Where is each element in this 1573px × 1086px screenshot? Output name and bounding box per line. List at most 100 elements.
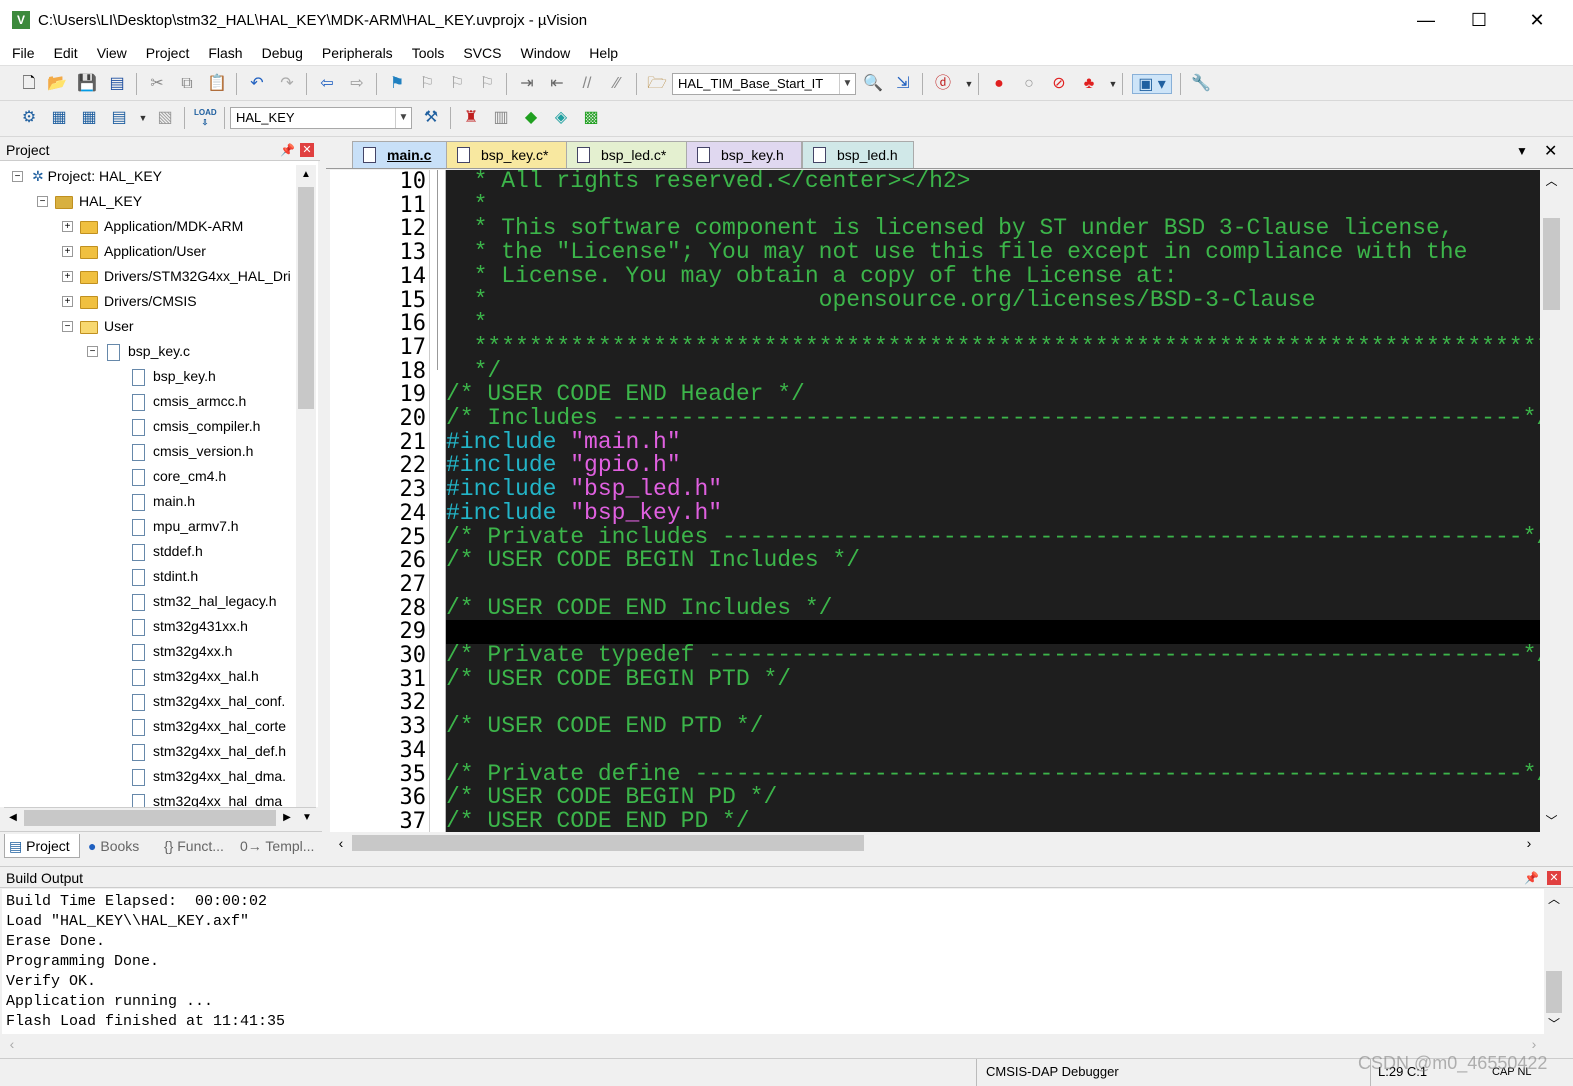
tree-root[interactable]: − ✲ Project: HAL_KEY bbox=[12, 164, 162, 189]
code-editor[interactable]: * All rights reserved.</center></h2> * *… bbox=[446, 170, 1540, 832]
close-tab-icon[interactable]: ✕ bbox=[1544, 141, 1557, 161]
options-icon[interactable]: ⚒ bbox=[420, 108, 442, 128]
manage-components-icon[interactable]: ♜ bbox=[460, 108, 482, 128]
scroll-thumb[interactable] bbox=[1543, 218, 1560, 310]
menu-debug[interactable]: Debug bbox=[250, 45, 310, 61]
target-select[interactable]: HAL_KEY ▼ bbox=[230, 107, 412, 129]
build-icon[interactable]: ▦ bbox=[48, 108, 70, 128]
tab-project[interactable]: ▤ Project bbox=[4, 834, 80, 858]
open-icon[interactable]: 📂 bbox=[46, 74, 68, 94]
batch-build-icon[interactable]: ▤ bbox=[108, 108, 130, 128]
pin-icon[interactable]: 📌 bbox=[280, 139, 295, 161]
tree-include[interactable]: core_cm4.h bbox=[132, 464, 226, 489]
tab-bsp-key-h[interactable]: bsp_key.h bbox=[686, 141, 802, 168]
scroll-right-icon[interactable]: › bbox=[1518, 832, 1540, 854]
tree-include[interactable]: stdint.h bbox=[132, 564, 198, 589]
menu-view[interactable]: View bbox=[85, 45, 134, 61]
tree-include[interactable]: bsp_key.h bbox=[132, 364, 216, 389]
tree-target[interactable]: − HAL_KEY bbox=[37, 189, 142, 214]
menu-flash[interactable]: Flash bbox=[196, 45, 249, 61]
window-layout-icon[interactable]: ▣ ▾ bbox=[1132, 74, 1172, 94]
menu-file[interactable]: File bbox=[0, 45, 42, 61]
tree-include[interactable]: cmsis_armcc.h bbox=[132, 389, 246, 414]
kill-breakpoints-icon[interactable]: ♣ bbox=[1078, 74, 1100, 94]
pin-icon[interactable]: 📌 bbox=[1524, 867, 1539, 889]
scroll-right-icon[interactable]: ▶ bbox=[278, 808, 296, 828]
tree-include[interactable]: stm32g4xx.h bbox=[132, 639, 232, 664]
tree-include[interactable]: stddef.h bbox=[132, 539, 203, 564]
editor-vertical-scrollbar[interactable]: ︿ ﹀ bbox=[1540, 170, 1563, 832]
pack-installer-icon[interactable]: ◆ bbox=[520, 108, 542, 128]
tree-file[interactable]: − bsp_key.c bbox=[87, 339, 190, 364]
undo-icon[interactable]: ↶ bbox=[246, 74, 268, 94]
menu-edit[interactable]: Edit bbox=[42, 45, 85, 61]
chevron-down-icon[interactable]: ▼ bbox=[1102, 74, 1124, 94]
find-in-files-icon[interactable]: 🗁 bbox=[646, 74, 668, 94]
scroll-down-icon[interactable]: ﹀ bbox=[1540, 810, 1563, 832]
tree-group[interactable]: + Drivers/STM32G4xx_HAL_Dri bbox=[62, 264, 291, 289]
paste-icon[interactable]: 📋 bbox=[206, 74, 228, 94]
redo-icon[interactable]: ↷ bbox=[276, 74, 298, 94]
tree-group[interactable]: + Application/User bbox=[62, 239, 206, 264]
tree-include[interactable]: stm32g431xx.h bbox=[132, 614, 248, 639]
tree-include[interactable]: stm32g4xx_hal_corte bbox=[132, 714, 286, 739]
prev-bookmark-icon[interactable]: ⚐ bbox=[416, 74, 438, 94]
build-vertical-scrollbar[interactable]: ︿ ﹀ bbox=[1544, 889, 1564, 1034]
incremental-find-icon[interactable]: ⇲ bbox=[892, 74, 914, 94]
tab-bsp-led-h[interactable]: bsp_led.h bbox=[802, 141, 914, 168]
tree-include[interactable]: cmsis_compiler.h bbox=[132, 414, 260, 439]
indent-icon[interactable]: ⇥ bbox=[516, 74, 538, 94]
tree-group[interactable]: + Drivers/CMSIS bbox=[62, 289, 197, 314]
menu-window[interactable]: Window bbox=[509, 45, 578, 61]
tree-vertical-scrollbar[interactable]: ▲ bbox=[296, 165, 316, 807]
chevron-down-icon[interactable]: ▼ bbox=[839, 74, 855, 94]
save-all-icon[interactable]: ▤ bbox=[106, 74, 128, 94]
scroll-up-icon[interactable]: ︿ bbox=[1540, 170, 1563, 192]
tree-include[interactable]: stm32g4xx_hal_dma bbox=[132, 789, 282, 807]
tree-group[interactable]: + Application/MDK-ARM bbox=[62, 214, 243, 239]
menu-project[interactable]: Project bbox=[134, 45, 197, 61]
disable-all-breakpoints-icon[interactable]: ⊘ bbox=[1048, 74, 1070, 94]
save-icon[interactable]: 💾 bbox=[76, 74, 98, 94]
tree-group[interactable]: − User bbox=[62, 314, 134, 339]
next-bookmark-icon[interactable]: ⚐ bbox=[446, 74, 468, 94]
build-output-text[interactable]: Build Time Elapsed: 00:00:02 Load "HAL_K… bbox=[2, 889, 1544, 1034]
scroll-down-icon[interactable]: ▼ bbox=[298, 808, 316, 828]
tree-include[interactable]: stm32g4xx_hal.h bbox=[132, 664, 259, 689]
clear-bookmarks-icon[interactable]: ⚐ bbox=[476, 74, 498, 94]
find-icon[interactable]: 🔍 bbox=[862, 74, 884, 94]
comment-icon[interactable]: // bbox=[576, 74, 598, 94]
scroll-thumb[interactable] bbox=[352, 835, 864, 851]
scroll-thumb[interactable] bbox=[24, 810, 276, 826]
configure-icon[interactable]: 🔧 bbox=[1190, 74, 1212, 94]
uncomment-icon[interactable]: ⁄⁄ bbox=[606, 74, 628, 94]
scroll-left-icon[interactable]: ‹ bbox=[2, 1034, 22, 1054]
tree-include[interactable]: mpu_armv7.h bbox=[132, 514, 239, 539]
close-panel-icon[interactable]: ✕ bbox=[1547, 871, 1561, 885]
scroll-left-icon[interactable]: ‹ bbox=[330, 832, 352, 854]
tree-include[interactable]: stm32g4xx_hal_def.h bbox=[132, 739, 286, 764]
tree-include[interactable]: main.h bbox=[132, 489, 195, 514]
editor-horizontal-scrollbar[interactable]: ‹ › bbox=[330, 832, 1540, 854]
translate-icon[interactable]: ⚙ bbox=[18, 108, 40, 128]
select-software-packs-icon[interactable]: ▩ bbox=[580, 108, 602, 128]
chevron-down-icon[interactable]: ▼ bbox=[958, 74, 980, 94]
stop-build-icon[interactable]: ▧ bbox=[154, 108, 176, 128]
scroll-down-icon[interactable]: ﹀ bbox=[1544, 1014, 1564, 1034]
chevron-down-icon[interactable]: ▼ bbox=[395, 108, 411, 128]
disable-breakpoint-icon[interactable]: ○ bbox=[1018, 74, 1040, 94]
scroll-left-icon[interactable]: ◀ bbox=[4, 808, 22, 828]
tree-horizontal-scrollbar[interactable]: ◀ ▶ ▼ bbox=[4, 807, 316, 827]
tree-include[interactable]: stm32g4xx_hal_dma. bbox=[132, 764, 286, 789]
tab-bsp-led-c[interactable]: bsp_led.c* bbox=[566, 141, 688, 168]
tab-functions[interactable]: {} Funct... bbox=[160, 834, 236, 858]
run-time-environment-icon[interactable]: ◈ bbox=[550, 108, 572, 128]
tab-bsp-key-c[interactable]: bsp_key.c* bbox=[446, 141, 568, 168]
tree-include[interactable]: cmsis_version.h bbox=[132, 439, 253, 464]
back-icon[interactable]: ⇦ bbox=[316, 74, 338, 94]
scroll-right-icon[interactable]: › bbox=[1524, 1034, 1544, 1054]
scroll-up-icon[interactable]: ︿ bbox=[1544, 889, 1564, 909]
tab-list-dropdown-icon[interactable]: ▼ bbox=[1516, 144, 1528, 158]
debug-icon[interactable]: ⓓ bbox=[932, 74, 954, 94]
scroll-thumb[interactable] bbox=[298, 187, 314, 409]
